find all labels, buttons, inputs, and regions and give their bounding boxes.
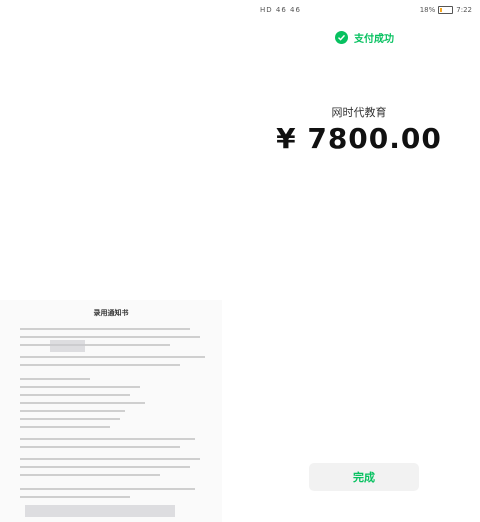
checkmark-icon <box>335 31 348 44</box>
payment-success-indicator: 支付成功 <box>335 30 394 45</box>
status-bar: HD 46 46 18% 7:22 <box>248 4 474 18</box>
document-photo-pane: 录用通知书 <box>0 0 238 522</box>
document-title: 录用通知书 <box>93 309 129 317</box>
battery-icon <box>438 6 454 14</box>
payment-amount: ¥ 7800.00 <box>276 122 442 155</box>
payment-status-text: 支付成功 <box>354 34 394 45</box>
signal-indicators: HD 46 46 <box>260 6 301 14</box>
battery-percent: 18% <box>419 6 436 14</box>
merchant-name: 网时代教育 <box>331 106 387 119</box>
payment-result-pane <box>238 0 480 522</box>
done-button[interactable]: 完成 <box>309 463 419 491</box>
clock-time: 7:22 <box>456 6 472 14</box>
offer-letter-image: 录用通知书 <box>0 300 222 522</box>
